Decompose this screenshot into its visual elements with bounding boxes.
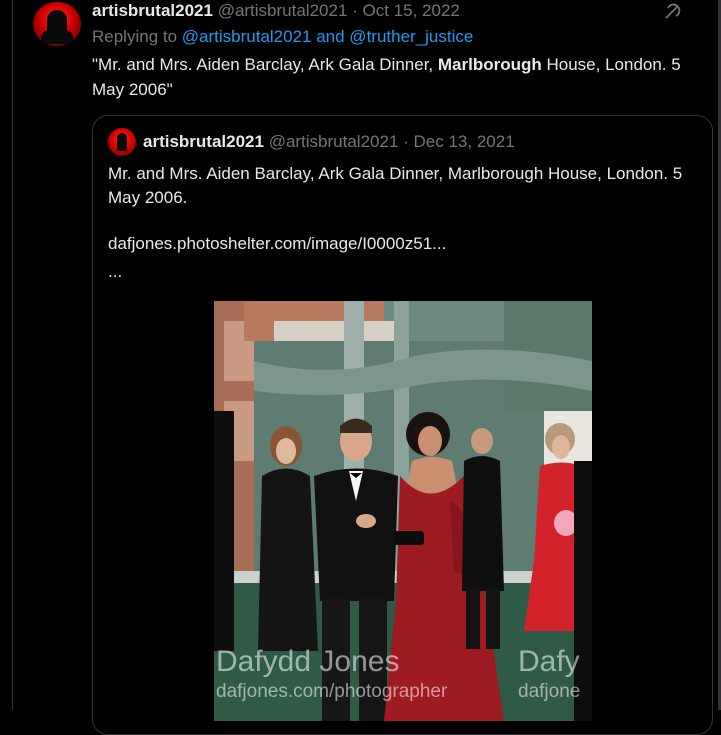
author-handle[interactable]: @artisbrutal2021: [218, 1, 348, 20]
tweet-date[interactable]: Oct 15, 2022: [363, 1, 460, 20]
tweet-text-bold: Marlborough: [437, 55, 542, 74]
photo-watermark-name-right: Dafy: [518, 645, 580, 678]
photo-watermark-name: Dafydd Jones: [216, 645, 400, 678]
quoted-author-handle[interactable]: @artisbrutal2021: [269, 132, 399, 151]
tweet-text: "Mr. and Mrs. Aiden Barclay, Ark Gala Di…: [92, 52, 712, 102]
photo-watermark-site: dafjones.com/photographer: [216, 681, 448, 702]
quoted-link[interactable]: dafjones.photoshelter.com/image/I0000z51…: [108, 234, 446, 254]
quoted-author-avatar[interactable]: [108, 128, 136, 156]
quoted-separator: ·: [398, 132, 414, 151]
author-avatar[interactable]: [33, 2, 81, 46]
quoted-text: Mr. and Mrs. Aiden Barclay, Ark Gala Din…: [108, 164, 683, 207]
grok-icon[interactable]: [662, 2, 682, 22]
header-separator: ·: [347, 1, 363, 20]
reply-header: artisbrutal2021 @artisbrutal2021 · Oct 1…: [92, 1, 460, 21]
quoted-date[interactable]: Dec 13, 2021: [414, 132, 515, 151]
replying-to: Replying to @artisbrutal2021 and @truthe…: [92, 27, 473, 47]
replying-to-link[interactable]: @artisbrutal2021 and @truther_justice: [182, 27, 474, 46]
quoted-ellipsis: ...: [108, 262, 123, 281]
author-name[interactable]: artisbrutal2021: [92, 1, 213, 20]
quoted-photo[interactable]: Dafydd Jones dafjones.com/photographer D…: [214, 301, 592, 721]
quoted-tweet[interactable]: artisbrutal2021 @artisbrutal2021 · Dec 1…: [92, 115, 713, 735]
quoted-author-name[interactable]: artisbrutal2021: [143, 132, 264, 151]
replying-prefix: Replying to: [92, 27, 182, 46]
quoted-header: artisbrutal2021 @artisbrutal2021 · Dec 1…: [143, 132, 515, 152]
photo-watermark-site-right: dafjone: [518, 681, 581, 702]
tweet-text-start: "Mr. and Mrs. Aiden Barclay, Ark Gala Di…: [92, 55, 438, 74]
timeline-border-left: [12, 0, 13, 710]
